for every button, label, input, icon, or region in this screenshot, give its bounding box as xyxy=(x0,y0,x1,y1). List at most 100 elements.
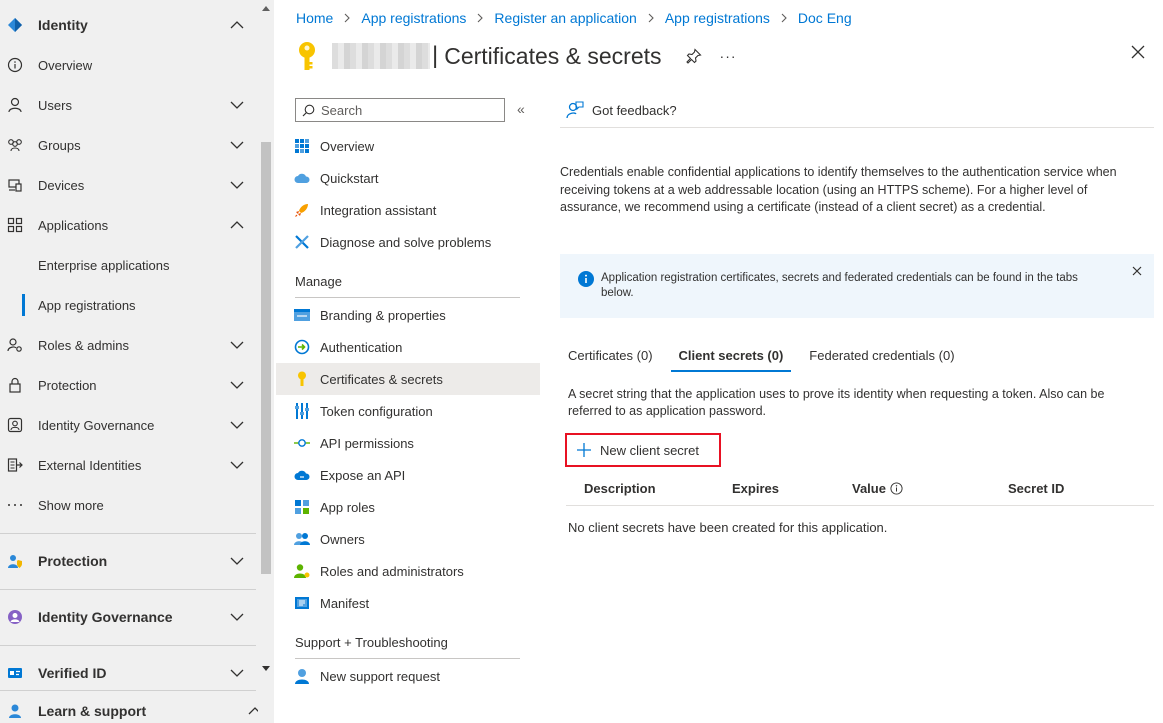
nav-protection[interactable]: Protection xyxy=(0,365,258,405)
info-circle-icon[interactable] xyxy=(890,482,903,495)
nav-section-identity-governance[interactable]: Identity Governance xyxy=(0,597,258,637)
menu-label: API permissions xyxy=(320,435,414,451)
breadcrumb-register-application[interactable]: Register an application xyxy=(494,10,636,26)
nav-label: Show more xyxy=(38,497,104,513)
chevron-up-icon[interactable] xyxy=(228,16,246,34)
menu-item-owners[interactable]: Owners xyxy=(276,523,540,555)
breadcrumb-app-registrations-2[interactable]: App registrations xyxy=(665,10,770,26)
menu-item-diagnose[interactable]: Diagnose and solve problems xyxy=(276,226,540,258)
selected-indicator xyxy=(22,294,25,316)
tab-certificates[interactable]: Certificates (0) xyxy=(560,342,661,372)
chevron-down-icon[interactable] xyxy=(228,336,246,354)
nav-identity-governance[interactable]: Identity Governance xyxy=(0,405,258,445)
new-client-secret-label: New client secret xyxy=(600,442,699,458)
column-header-description[interactable]: Description xyxy=(584,481,656,496)
chevron-down-icon[interactable] xyxy=(228,456,246,474)
roles-admin-icon xyxy=(6,336,24,354)
identity-diamond-icon xyxy=(6,16,24,34)
menu-item-app-roles[interactable]: App roles xyxy=(276,491,540,523)
overview-grid-icon xyxy=(294,138,310,154)
nav-groups[interactable]: Groups xyxy=(0,125,258,165)
groups-icon xyxy=(6,136,24,154)
collapse-menu-icon[interactable]: « xyxy=(517,101,525,117)
menu-item-certificates-secrets[interactable]: Certificates & secrets xyxy=(276,363,540,395)
api-permissions-icon xyxy=(294,435,310,451)
credentials-description: Credentials enable confidential applicat… xyxy=(560,165,1117,214)
breadcrumb-doc-eng[interactable]: Doc Eng xyxy=(798,10,852,26)
column-header-expires[interactable]: Expires xyxy=(732,481,779,496)
nav-roles-admins[interactable]: Roles & admins xyxy=(0,325,258,365)
tab-client-secrets[interactable]: Client secrets (0) xyxy=(670,342,792,372)
close-icon[interactable] xyxy=(1132,266,1142,276)
nav-label: Roles & admins xyxy=(38,337,130,353)
nav-label: App registrations xyxy=(38,297,136,313)
chevron-up-icon[interactable] xyxy=(228,216,246,234)
new-client-secret-button[interactable]: New client secret xyxy=(565,433,721,467)
lock-icon xyxy=(6,376,24,394)
identity-governance-icon xyxy=(6,608,24,626)
close-icon[interactable] xyxy=(1130,44,1146,60)
menu-item-api-permissions[interactable]: API permissions xyxy=(276,427,540,459)
chevron-down-icon[interactable] xyxy=(228,416,246,434)
nav-section-learn-support[interactable]: Learn & support xyxy=(0,691,262,723)
menu-item-quickstart[interactable]: Quickstart xyxy=(276,162,540,194)
feedback-person-icon xyxy=(566,101,584,119)
column-header-secret-id[interactable]: Secret ID xyxy=(1008,481,1064,496)
nav-enterprise-applications[interactable]: Enterprise applications xyxy=(0,245,258,285)
key-icon xyxy=(299,42,315,70)
nav-section-protection[interactable]: Protection xyxy=(0,541,258,581)
empty-secrets-message: No client secrets have been created for … xyxy=(568,520,888,535)
feedback-button[interactable]: Got feedback? xyxy=(566,100,677,120)
menu-item-integration-assistant[interactable]: Integration assistant xyxy=(276,194,540,226)
scroll-up-arrow-icon[interactable] xyxy=(261,4,271,12)
scroll-down-arrow-icon[interactable] xyxy=(261,664,271,674)
menu-item-token-configuration[interactable]: Token configuration xyxy=(276,395,540,427)
external-identities-icon xyxy=(6,456,24,474)
nav-external-identities[interactable]: External Identities xyxy=(0,445,258,485)
nav-section-verified-id[interactable]: Verified ID xyxy=(0,653,258,693)
menu-label: Quickstart xyxy=(320,170,379,186)
chevron-down-icon[interactable] xyxy=(228,136,246,154)
menu-label: New support request xyxy=(320,668,440,684)
owners-icon xyxy=(294,531,310,547)
menu-item-authentication[interactable]: Authentication xyxy=(276,331,540,363)
client-secrets-description: A secret string that the application use… xyxy=(568,387,1105,418)
toolbar-divider xyxy=(560,127,1154,128)
tab-federated-credentials[interactable]: Federated credentials (0) xyxy=(801,342,962,372)
column-header-value[interactable]: Value xyxy=(852,481,903,496)
nav-users[interactable]: Users xyxy=(0,85,258,125)
breadcrumb-home[interactable]: Home xyxy=(296,10,333,26)
nav-show-more[interactable]: Show more xyxy=(0,485,258,525)
menu-item-roles-administrators[interactable]: Roles and administrators xyxy=(276,555,540,587)
menu-search[interactable] xyxy=(295,98,505,122)
nav-applications[interactable]: Applications xyxy=(0,205,258,245)
nav-identity[interactable]: Identity xyxy=(0,5,258,45)
nav-app-registrations[interactable]: App registrations xyxy=(0,285,258,325)
more-options-icon[interactable]: ··· xyxy=(720,48,737,64)
nav-label: Identity xyxy=(38,17,88,33)
menu-label: Token configuration xyxy=(320,403,433,419)
chevron-down-icon[interactable] xyxy=(228,176,246,194)
breadcrumb-app-registrations[interactable]: App registrations xyxy=(361,10,466,26)
page-header: | Certificates & secrets ··· xyxy=(296,36,737,76)
chevron-down-icon[interactable] xyxy=(228,96,246,114)
page-title: Certificates & secrets xyxy=(444,42,662,69)
menu-item-expose-api[interactable]: Expose an API xyxy=(276,459,540,491)
protection-users-icon xyxy=(6,552,24,570)
chevron-down-icon[interactable] xyxy=(228,376,246,394)
search-icon xyxy=(302,104,315,116)
scrollbar-thumb[interactable] xyxy=(261,142,271,574)
menu-item-branding[interactable]: Branding & properties xyxy=(276,299,540,331)
search-input[interactable] xyxy=(321,102,491,118)
menu-label: Integration assistant xyxy=(320,202,437,218)
nav-overview[interactable]: Overview xyxy=(0,45,258,85)
menu-item-manifest[interactable]: Manifest xyxy=(276,587,540,619)
chevron-down-icon[interactable] xyxy=(228,664,246,682)
menu-item-new-support-request[interactable]: New support request xyxy=(276,660,540,692)
chevron-down-icon[interactable] xyxy=(228,552,246,570)
pin-icon[interactable] xyxy=(685,48,702,64)
nav-devices[interactable]: Devices xyxy=(0,165,258,205)
chevron-down-icon[interactable] xyxy=(228,608,246,626)
menu-item-overview[interactable]: Overview xyxy=(276,130,540,162)
rocket-icon xyxy=(294,202,310,218)
